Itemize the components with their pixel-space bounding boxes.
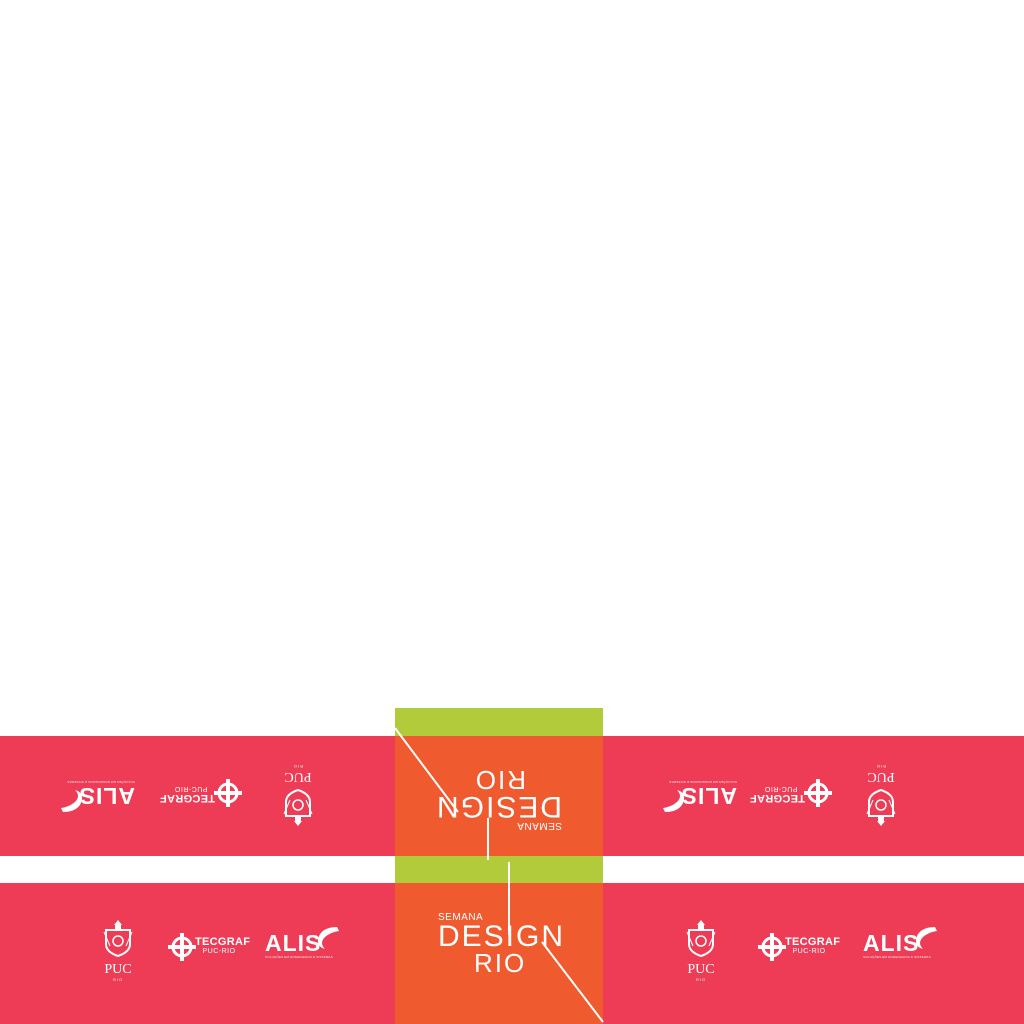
puc-rio-logo: PUC RIO <box>100 918 136 982</box>
alis-logo-flipped: ALIS SOLUÇÕES EM ENGENHARIA E SISTEMAS <box>55 780 135 814</box>
tecgraf-logo: TECGRAF PUC-RIO <box>166 931 250 963</box>
puc-word: PUC <box>104 962 132 977</box>
tecgraf-cross-icon <box>168 933 196 961</box>
alis-tagline: SOLUÇÕES EM ENGENHARIA E SISTEMAS <box>669 780 737 784</box>
alis-leaf-icon <box>61 790 83 812</box>
tecgraf-sub: PUC-RIO <box>174 785 208 792</box>
tecgraf-sub: PUC-RIO <box>764 785 798 792</box>
tecgraf-word: TECGRAF <box>785 936 841 948</box>
tecgraf-logo-flipped: TECGRAF PUC-RIO <box>160 777 244 809</box>
alis-word: ALIS <box>78 783 135 809</box>
puc-rio-logo-flipped: PUC RIO <box>863 764 899 828</box>
puc-rio-logo: PUC RIO <box>683 918 719 982</box>
rio-label: RIO <box>474 948 527 978</box>
tecgraf-sub: PUC-RIO <box>202 948 236 955</box>
puc-crest-icon <box>283 788 313 826</box>
alis-tagline: SOLUÇÕES EM ENGENHARIA E SISTEMAS <box>67 780 135 784</box>
alis-leaf-icon <box>915 927 937 949</box>
alis-leaf-icon <box>663 790 685 812</box>
puc-sub: RIO <box>112 977 124 982</box>
tecgraf-logo: TECGRAF PUC-RIO <box>756 931 840 963</box>
alis-tagline: SOLUÇÕES EM ENGENHARIA E SISTEMAS <box>265 955 333 959</box>
alis-logo: ALIS SOLUÇÕES EM ENGENHARIA E SISTEMAS <box>863 925 943 959</box>
puc-rio-logo-flipped: PUC RIO <box>280 764 316 828</box>
rio-label: RIO <box>473 765 526 795</box>
puc-word: PUC <box>687 962 715 977</box>
badge-lines <box>394 727 604 1023</box>
alis-tagline: SOLUÇÕES EM ENGENHARIA E SISTEMAS <box>863 955 931 959</box>
tecgraf-cross-icon <box>804 779 832 807</box>
alis-word: ALIS <box>265 930 322 956</box>
alis-logo: ALIS SOLUÇÕES EM ENGENHARIA E SISTEMAS <box>265 925 345 959</box>
tecgraf-word: TECGRAF <box>195 936 251 948</box>
puc-crest-icon <box>103 920 133 958</box>
puc-word: PUC <box>867 769 895 784</box>
alis-leaf-icon <box>317 927 339 949</box>
alis-word: ALIS <box>863 930 920 956</box>
puc-crest-icon <box>686 920 716 958</box>
tecgraf-cross-icon <box>214 779 242 807</box>
semana-design-rio-badge: SEMANA DESIGN RIO <box>438 912 566 978</box>
tecgraf-cross-icon <box>758 933 786 961</box>
alis-logo-flipped: ALIS SOLUÇÕES EM ENGENHARIA E SISTEMAS <box>657 780 737 814</box>
alis-word: ALIS <box>680 783 737 809</box>
tecgraf-word: TECGRAF <box>159 792 215 804</box>
puc-crest-icon <box>866 788 896 826</box>
puc-sub: RIO <box>695 977 707 982</box>
design-label: DESIGN <box>434 790 562 823</box>
design-label: DESIGN <box>438 920 566 953</box>
tecgraf-word: TECGRAF <box>749 792 805 804</box>
tecgraf-logo-flipped: TECGRAF PUC-RIO <box>750 777 834 809</box>
tecgraf-sub: PUC-RIO <box>792 948 826 955</box>
puc-word: PUC <box>284 769 312 784</box>
semana-design-rio-badge-flipped: SEMANA DESIGN RIO <box>434 765 562 831</box>
